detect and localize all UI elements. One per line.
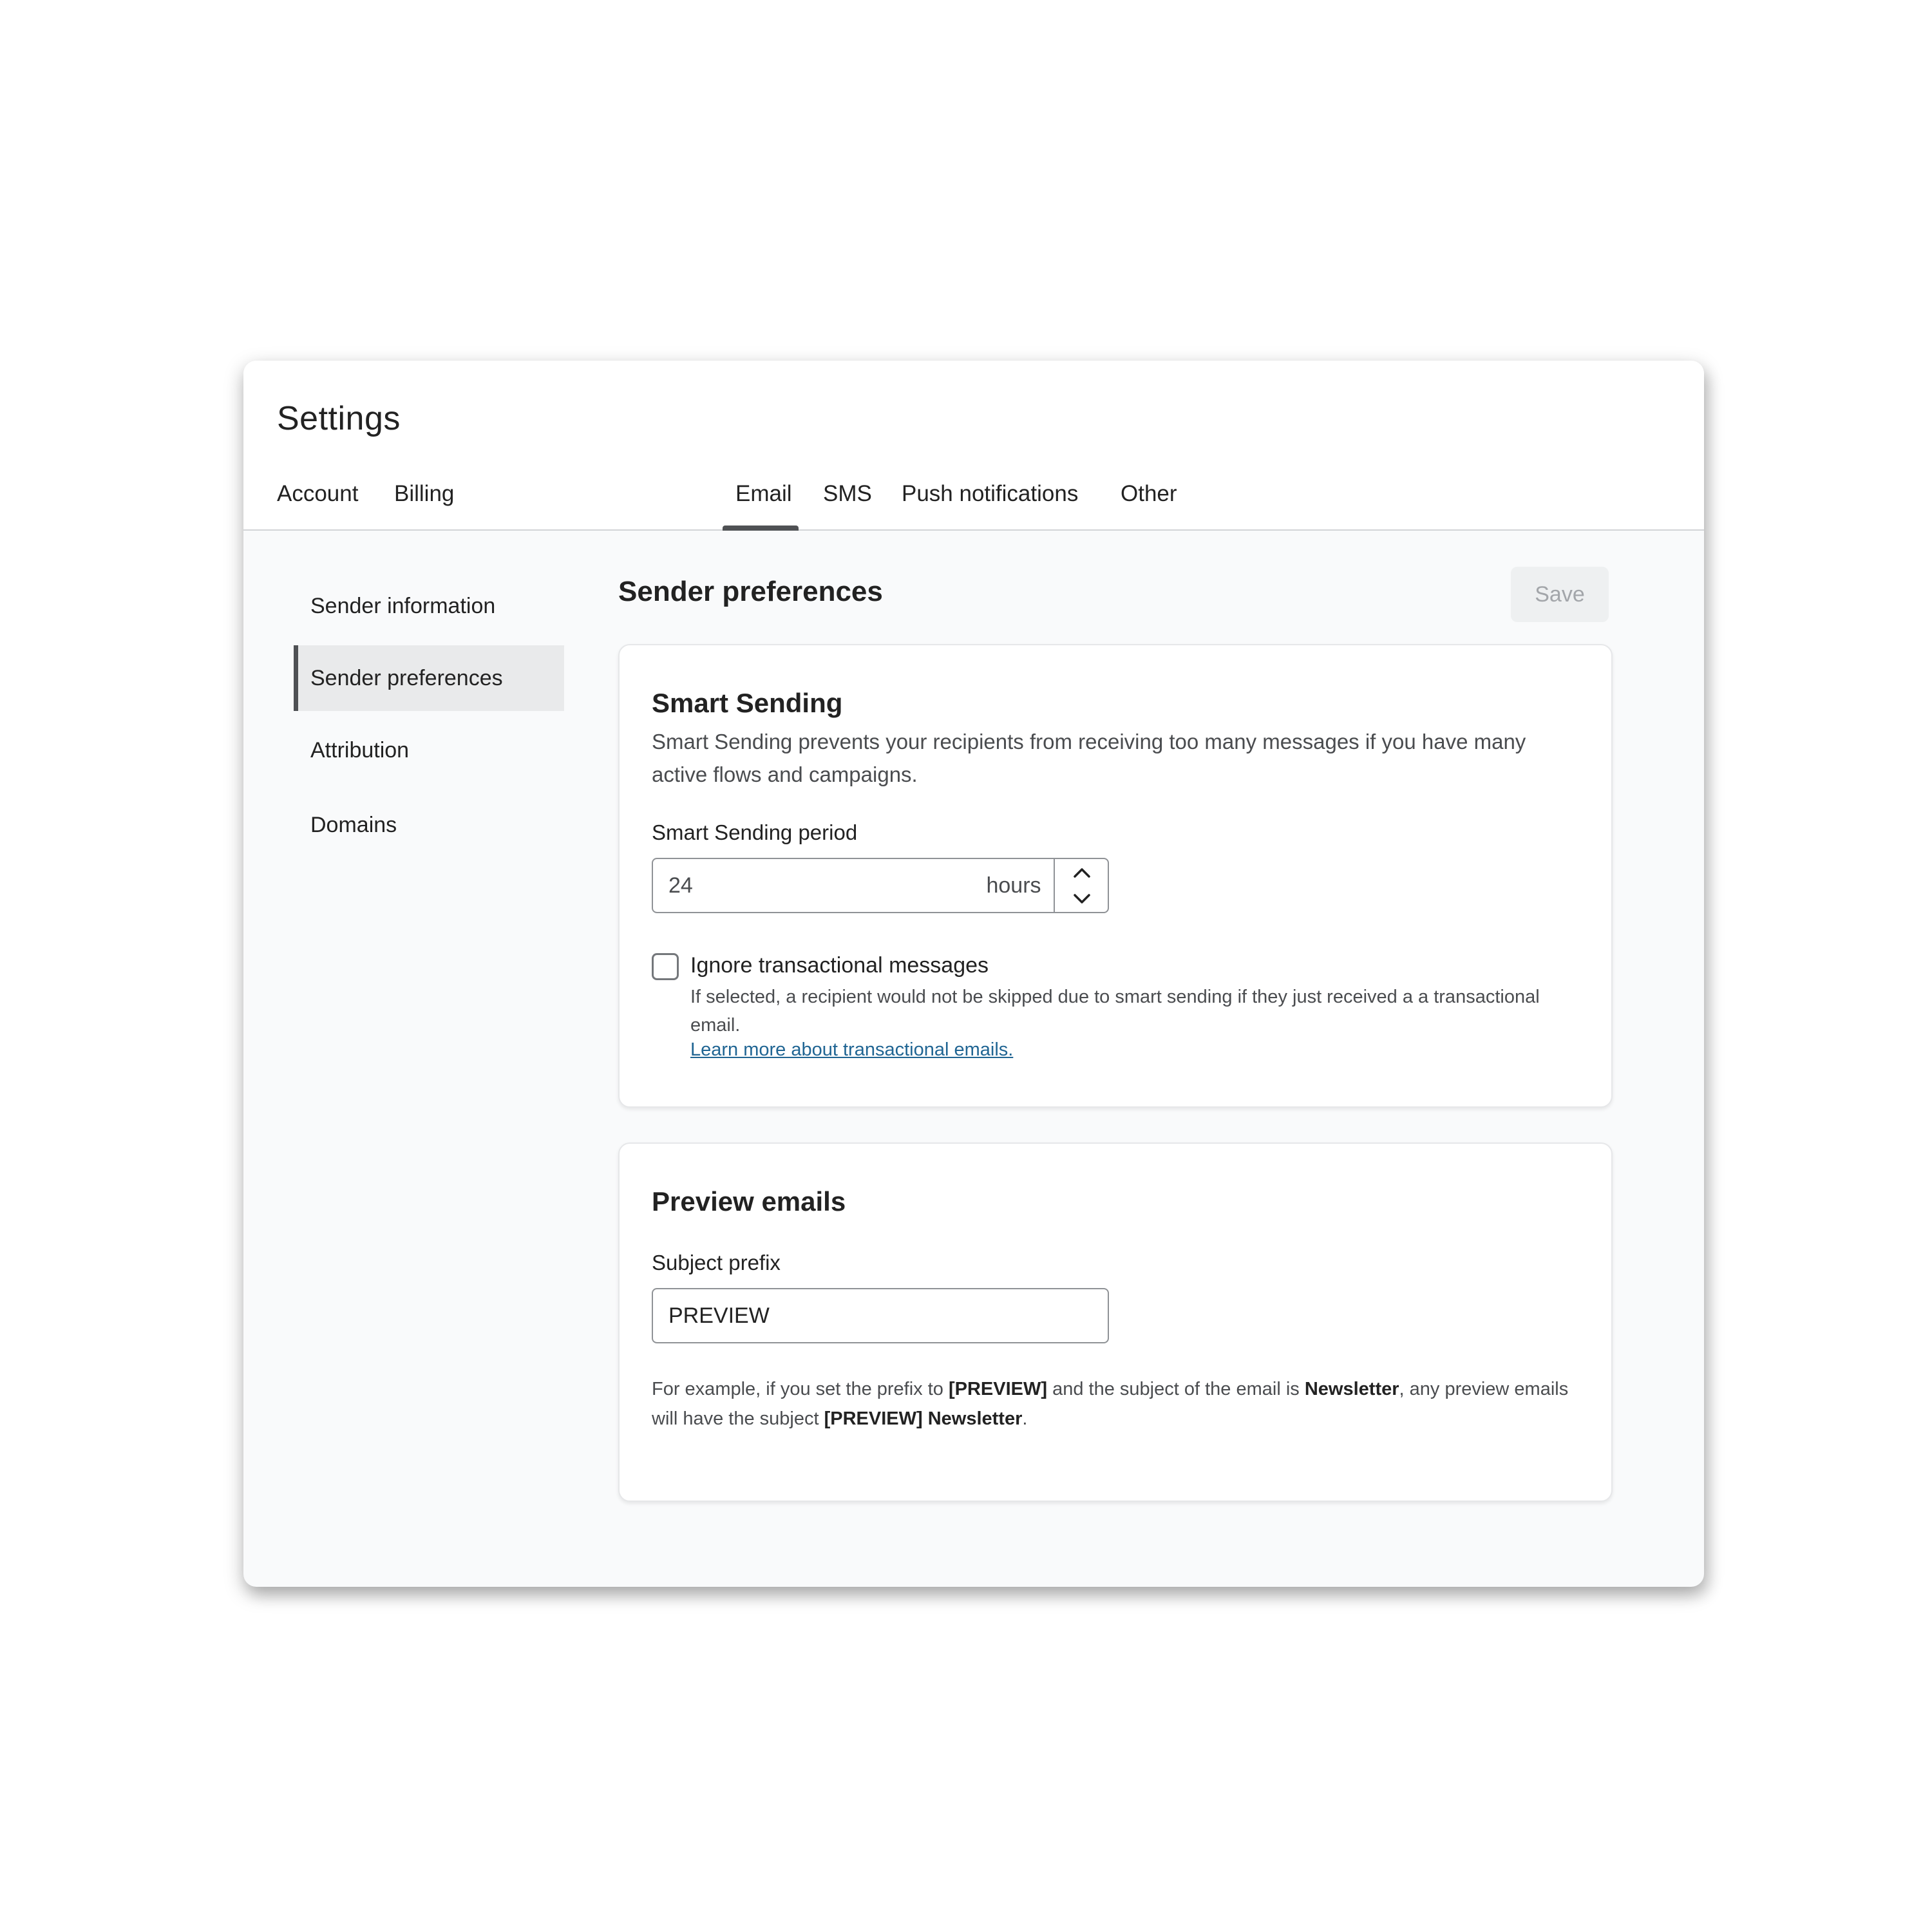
preview-emails-title: Preview emails [652, 1186, 846, 1217]
tab-push-notifications[interactable]: Push notifications [902, 477, 1078, 511]
example-prefix: [PREVIEW] [948, 1379, 1048, 1399]
tab-account[interactable]: Account [277, 477, 358, 511]
sidebar-item-attribution[interactable]: Attribution [294, 717, 564, 783]
ignore-transactional-help: If selected, a recipient would not be sk… [690, 987, 1540, 1036]
period-unit: hours [986, 873, 1041, 898]
page-title: Settings [277, 400, 401, 437]
smart-sending-period-input[interactable] [653, 859, 975, 912]
tab-other[interactable]: Other [1121, 477, 1177, 511]
learn-more-link[interactable]: Learn more about transactional emails. [690, 1039, 1013, 1061]
tab-sms[interactable]: SMS [823, 477, 872, 511]
tab-email[interactable]: Email [735, 477, 792, 511]
sidebar-item-sender-information[interactable]: Sender information [294, 573, 564, 639]
section-title: Sender preferences [618, 576, 883, 607]
tab-billing[interactable]: Billing [394, 477, 454, 511]
decrement-button[interactable] [1055, 886, 1109, 912]
example-text: and the subject of the email is [1047, 1379, 1305, 1399]
subject-prefix-input[interactable] [652, 1288, 1109, 1343]
chevron-down-icon [1074, 893, 1090, 904]
preview-emails-card: Preview emails Subject prefix For exampl… [618, 1142, 1613, 1502]
smart-sending-period-field: hours [652, 858, 1109, 913]
settings-window: Settings Account Billing Email SMS Push … [243, 361, 1704, 1587]
ignore-transactional-label: Ignore transactional messages [690, 953, 989, 978]
example-result: [PREVIEW] Newsletter [824, 1408, 1023, 1429]
save-button[interactable]: Save [1511, 567, 1609, 622]
subject-prefix-example: For example, if you set the prefix to [P… [652, 1374, 1579, 1434]
smart-sending-title: Smart Sending [652, 688, 843, 718]
settings-header: Settings Account Billing Email SMS Push … [243, 361, 1704, 531]
example-text: . [1022, 1408, 1028, 1429]
active-tab-indicator [723, 526, 799, 531]
smart-sending-description: Smart Sending prevents your recipients f… [652, 730, 1526, 786]
subject-prefix-label: Subject prefix [652, 1251, 781, 1274]
increment-button[interactable] [1055, 859, 1109, 886]
sidebar-item-domains[interactable]: Domains [294, 792, 564, 858]
sidebar-item-sender-preferences[interactable]: Sender preferences [294, 645, 564, 711]
example-subject: Newsletter [1304, 1379, 1399, 1399]
example-text: For example, if you set the prefix to [652, 1379, 949, 1399]
smart-sending-card: Smart Sending Smart Sending prevents you… [618, 644, 1613, 1108]
chevron-up-icon [1074, 867, 1090, 878]
smart-sending-period-label: Smart Sending period [652, 820, 858, 844]
period-stepper [1054, 859, 1109, 912]
ignore-transactional-checkbox[interactable] [652, 953, 679, 980]
